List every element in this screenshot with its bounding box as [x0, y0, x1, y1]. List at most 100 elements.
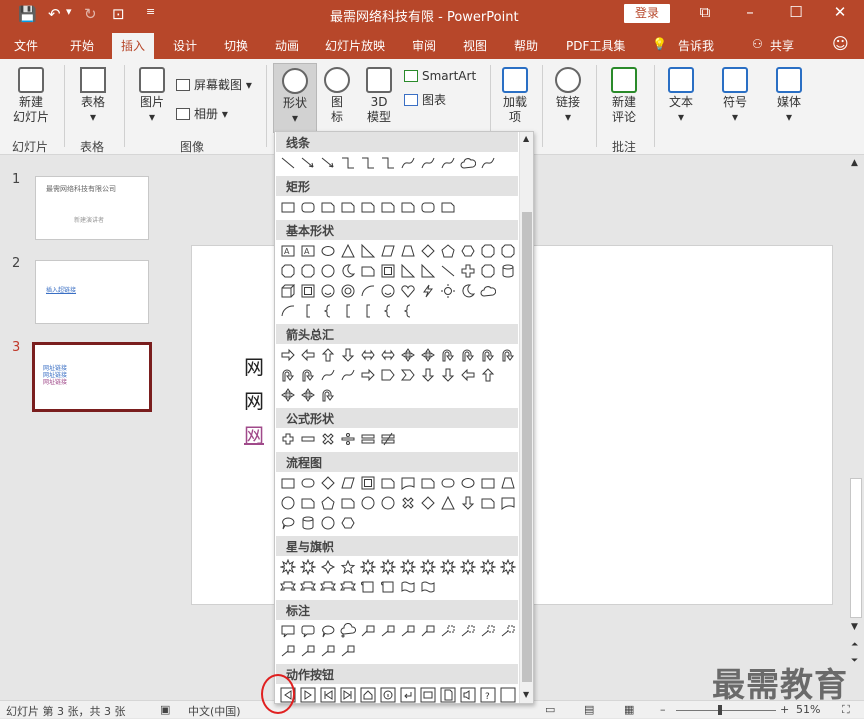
shape-ribbon-icon[interactable]	[339, 578, 357, 596]
shape-cloud-icon[interactable]	[479, 282, 497, 300]
shape-smile-icon[interactable]	[379, 282, 397, 300]
shape-oct-icon[interactable]	[279, 262, 297, 280]
shape-eqminus-icon[interactable]	[299, 430, 317, 448]
shape-burst-icon[interactable]	[359, 558, 377, 576]
shape-aD-icon[interactable]	[439, 366, 457, 384]
shape-arrowline-icon[interactable]	[319, 154, 337, 172]
shape-text-icon[interactable]: A	[279, 242, 297, 260]
shape-aL-icon[interactable]	[459, 366, 477, 384]
shape-uturn-icon[interactable]	[439, 346, 457, 364]
tab-pdf-tools[interactable]: PDF工具集	[566, 37, 625, 54]
slide-text-line[interactable]: 网	[244, 351, 264, 380]
shape-brace-icon[interactable]	[319, 302, 337, 320]
shape-scroll-icon[interactable]	[359, 578, 377, 596]
shape-pent-icon[interactable]	[439, 242, 457, 260]
spellcheck-icon[interactable]: ▣	[160, 703, 170, 716]
shape-curve-icon[interactable]	[399, 154, 417, 172]
shape-bracket-icon[interactable]	[299, 302, 317, 320]
scroll-down-icon[interactable]: ▼	[851, 622, 858, 632]
shape-bolt-icon[interactable]	[419, 282, 437, 300]
shape-rtri-icon[interactable]	[399, 262, 417, 280]
shape-wave-icon[interactable]	[419, 578, 437, 596]
shape-burst-icon[interactable]	[439, 558, 457, 576]
shape-snip-icon[interactable]	[419, 474, 437, 492]
shape-burst-icon[interactable]	[399, 558, 417, 576]
tab-insert[interactable]: 插入	[112, 33, 155, 59]
scrollbar-thumb[interactable]	[850, 478, 862, 618]
shape-snip-icon[interactable]	[339, 198, 357, 216]
shape-callD-icon[interactable]	[459, 622, 477, 640]
addins-button[interactable]: 加载 项	[498, 67, 532, 125]
shape-aLR-icon[interactable]	[359, 346, 377, 364]
shape-uturn-icon[interactable]	[319, 386, 337, 404]
slide-thumbnail-1[interactable]: 最需网络科技有限公司 新建演讲者	[35, 176, 149, 240]
menu-scroll-up-icon[interactable]: ▲	[523, 134, 529, 143]
shape-rect-icon[interactable]	[479, 474, 497, 492]
tab-help[interactable]: 帮助	[514, 37, 538, 54]
shape-aU-icon[interactable]	[479, 366, 497, 384]
slideshow-view-icon[interactable]: ▦	[624, 703, 634, 716]
shape-pent-icon[interactable]	[319, 494, 337, 512]
tab-animations[interactable]: 动画	[275, 37, 299, 54]
tab-view[interactable]: 视图	[463, 37, 487, 54]
menu-scrollbar[interactable]: ▲ ▼	[519, 132, 533, 703]
ribbon-display-options-icon[interactable]: ⧉	[695, 3, 715, 21]
shape-callR-icon[interactable]	[279, 622, 297, 640]
shape-sun-icon[interactable]	[439, 282, 457, 300]
picture-button[interactable]: 图片 ▾	[132, 67, 172, 125]
undo-dropdown-icon[interactable]: ▾	[66, 5, 72, 18]
shape-snip-icon[interactable]	[299, 494, 317, 512]
shape-burst-icon[interactable]	[479, 558, 497, 576]
slide-text-line[interactable]: 网	[244, 385, 264, 414]
shape-callRR-icon[interactable]	[299, 622, 317, 640]
shape-burst-icon[interactable]	[499, 558, 517, 576]
shape-eqeq-icon[interactable]	[359, 430, 377, 448]
next-slide-icon[interactable]: ⏷	[851, 656, 858, 666]
shape-curve-icon[interactable]	[439, 154, 457, 172]
shape-snip-icon[interactable]	[379, 474, 397, 492]
shape-a4-icon[interactable]	[399, 346, 417, 364]
shape-para-icon[interactable]	[379, 242, 397, 260]
shape-text-icon[interactable]: A	[299, 242, 317, 260]
shape-elbow-icon[interactable]	[359, 154, 377, 172]
shape-star5-icon[interactable]	[339, 558, 357, 576]
tab-design[interactable]: 设计	[173, 37, 197, 54]
shape-snip-icon[interactable]	[479, 494, 497, 512]
shape-callL-icon[interactable]	[419, 622, 437, 640]
shape-callLB-icon[interactable]	[399, 622, 417, 640]
shape-aL-icon[interactable]	[299, 346, 317, 364]
shape-line-icon[interactable]	[279, 154, 297, 172]
shape-curve-icon[interactable]	[419, 154, 437, 172]
shape-rtri-icon[interactable]	[359, 242, 377, 260]
shape-doc-icon[interactable]	[499, 494, 517, 512]
shape-heart-icon[interactable]	[399, 282, 417, 300]
shape-cross-icon[interactable]	[459, 262, 477, 280]
shape-hex-icon[interactable]	[339, 514, 357, 532]
shape-btnI-icon[interactable]	[379, 686, 397, 703]
shape-burst-icon[interactable]	[419, 558, 437, 576]
shape-aD-icon[interactable]	[459, 494, 477, 512]
shape-ribbon-icon[interactable]	[279, 578, 297, 596]
menu-scroll-down-icon[interactable]: ▼	[523, 690, 529, 699]
shape-curve-icon[interactable]	[479, 154, 497, 172]
shape-circle-icon[interactable]	[379, 494, 397, 512]
shape-btnD-icon[interactable]	[439, 686, 457, 703]
shape-uturn-icon[interactable]	[499, 346, 517, 364]
symbol-button[interactable]: 符号 ▾	[716, 67, 754, 125]
shape-callC-icon[interactable]	[339, 622, 357, 640]
shape-brace-icon[interactable]	[379, 302, 397, 320]
shape-callLB-icon[interactable]	[339, 642, 357, 660]
shape-oct-icon[interactable]	[299, 262, 317, 280]
shape-doc-icon[interactable]	[399, 474, 417, 492]
link-button[interactable]: 链接 ▾	[550, 67, 586, 125]
shape-burst-icon[interactable]	[299, 558, 317, 576]
smartart-button[interactable]: SmartArt	[404, 69, 476, 83]
shape-pentA-icon[interactable]	[379, 366, 397, 384]
shape-uturn-icon[interactable]	[479, 346, 497, 364]
shape-snip-icon[interactable]	[439, 198, 457, 216]
shape-rect-icon[interactable]	[279, 474, 297, 492]
save-icon[interactable]: 💾	[18, 5, 37, 23]
shape-arc-icon[interactable]	[279, 302, 297, 320]
shape-ellipse-icon[interactable]	[459, 474, 477, 492]
tab-slideshow[interactable]: 幻灯片放映	[325, 37, 385, 54]
